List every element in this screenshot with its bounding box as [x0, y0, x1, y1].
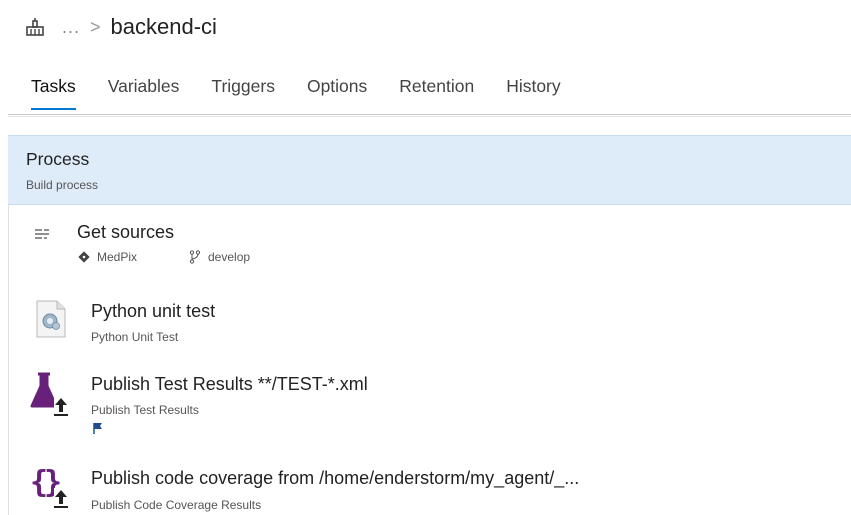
pipeline-title: backend-ci [110, 14, 217, 39]
tab-history[interactable]: History [506, 72, 560, 108]
python-script-icon [33, 299, 69, 344]
tab-tasks[interactable]: Tasks [31, 72, 76, 110]
tab-divider-shadow [8, 116, 851, 117]
publish-code-coverage-icon: { } [30, 464, 70, 515]
task-title: Publish Test Results **/TEST-*.xml [91, 374, 368, 394]
tab-bar: Tasks Variables Triggers Options Retenti… [31, 72, 593, 112]
process-subtitle: Build process [26, 178, 99, 192]
task-publish-code-coverage[interactable]: { } Publish code coverage from /home/end… [8, 460, 851, 515]
flag-icon [92, 421, 104, 439]
task-subtitle: Python Unit Test [91, 330, 179, 344]
repo-name: MedPix [97, 250, 138, 264]
tab-triggers[interactable]: Triggers [211, 72, 275, 108]
process-title: Process [26, 149, 90, 169]
task-subtitle: Publish Test Results [91, 403, 199, 417]
task-branch: develop [188, 250, 250, 264]
tab-divider [8, 114, 851, 115]
task-subtitle: Publish Code Coverage Results [91, 498, 262, 512]
tab-variables[interactable]: Variables [108, 72, 180, 108]
build-pipeline-icon [24, 16, 46, 38]
process-section[interactable]: Process Build process [8, 135, 851, 205]
get-sources-icon [32, 224, 52, 249]
task-get-sources[interactable]: Get sources MedPix develop [8, 218, 851, 270]
task-title: Publish code coverage from /home/enderst… [91, 468, 580, 488]
tab-retention[interactable]: Retention [399, 72, 474, 108]
breadcrumb: ... > backend-ci [24, 10, 217, 44]
git-repo-icon [77, 250, 91, 264]
tab-options[interactable]: Options [307, 72, 367, 108]
breadcrumb-separator: > [90, 16, 101, 37]
task-title: Python unit test [91, 301, 216, 321]
task-publish-test-results[interactable]: Publish Test Results **/TEST-*.xml Publi… [8, 368, 851, 438]
breadcrumb-overflow-button[interactable]: ... [62, 17, 80, 38]
task-repo: MedPix [77, 250, 137, 264]
publish-test-results-icon [30, 372, 70, 423]
git-branch-icon [188, 250, 202, 264]
task-python-unit-test[interactable]: Python unit test Python Unit Test [8, 295, 851, 350]
task-title: Get sources [77, 222, 175, 242]
branch-name: develop [208, 250, 251, 264]
